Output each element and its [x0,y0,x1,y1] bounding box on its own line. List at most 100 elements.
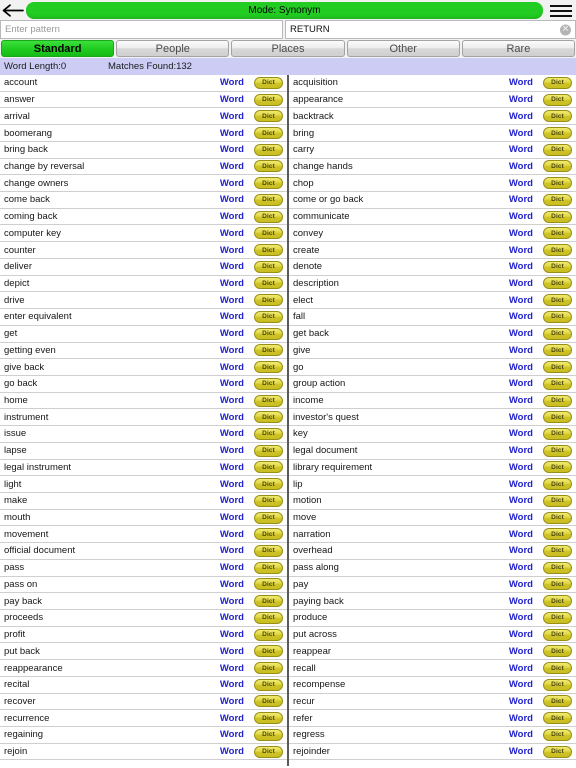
dict-button[interactable]: Dict [543,344,572,357]
result-row[interactable]: get back Word Dict [289,325,576,343]
result-row[interactable]: pass along Word Dict [289,559,576,577]
dict-button[interactable]: Dict [543,695,572,708]
result-row[interactable]: recur Word Dict [289,693,576,711]
result-row[interactable]: counter Word Dict [0,242,287,259]
result-row[interactable]: bring back Word Dict [0,141,287,159]
word-link[interactable]: Word [220,562,244,573]
result-row[interactable]: lapse Word Dict [0,442,287,460]
result-row[interactable]: refer Word Dict [289,710,576,728]
result-row[interactable]: description Word Dict [289,275,576,293]
word-link[interactable]: Word [220,412,244,423]
word-link[interactable]: Word [220,612,244,623]
dict-button[interactable]: Dict [254,712,283,725]
result-row[interactable]: deliver Word Dict [0,258,287,276]
dict-button[interactable]: Dict [543,494,572,507]
result-row[interactable]: motion Word Dict [289,492,576,510]
result-row[interactable]: put across Word Dict [289,626,576,644]
dict-button[interactable]: Dict [254,662,283,675]
result-row[interactable]: chop Word Dict [289,175,576,193]
dict-button[interactable]: Dict [543,427,572,440]
word-link[interactable]: Word [509,161,533,172]
word-link[interactable]: Word [220,295,244,306]
word-link[interactable]: Word [220,77,244,88]
result-row[interactable]: carry Word Dict [289,141,576,159]
word-link[interactable]: Word [220,211,244,222]
dict-button[interactable]: Dict [543,662,572,675]
dict-button[interactable]: Dict [254,143,283,156]
dict-button[interactable]: Dict [543,528,572,541]
result-row[interactable]: key Word Dict [289,426,576,443]
result-row[interactable]: reappear Word Dict [289,643,576,661]
dict-button[interactable]: Dict [543,76,572,89]
result-row[interactable]: regaining Word Dict [0,727,287,744]
word-link[interactable]: Word [509,545,533,556]
dict-button[interactable]: Dict [543,561,572,574]
result-row[interactable]: getting even Word Dict [0,342,287,360]
dict-button[interactable]: Dict [543,294,572,307]
dict-button[interactable]: Dict [543,361,572,374]
word-link[interactable]: Word [220,445,244,456]
dict-button[interactable]: Dict [254,377,283,390]
word-link[interactable]: Word [220,545,244,556]
word-link[interactable]: Word [509,328,533,339]
word-link[interactable]: Word [509,495,533,506]
word-link[interactable]: Word [220,178,244,189]
dict-button[interactable]: Dict [254,160,283,173]
word-link[interactable]: Word [220,512,244,523]
word-link[interactable]: Word [220,261,244,272]
word-link[interactable]: Word [509,512,533,523]
result-row[interactable]: drive Word Dict [0,292,287,310]
dict-button[interactable]: Dict [543,461,572,474]
word-link[interactable]: Word [220,596,244,607]
result-row[interactable]: paying back Word Dict [289,593,576,610]
result-row[interactable]: investor's quest Word Dict [289,409,576,427]
word-link[interactable]: Word [220,111,244,122]
result-row[interactable]: library requirement Word Dict [289,459,576,477]
result-row[interactable]: pay back Word Dict [0,593,287,610]
word-link[interactable]: Word [509,211,533,222]
word-link[interactable]: Word [220,479,244,490]
result-row[interactable]: communicate Word Dict [289,208,576,226]
dict-button[interactable]: Dict [254,461,283,474]
result-row[interactable]: go back Word Dict [0,375,287,393]
dict-button[interactable]: Dict [543,227,572,240]
word-link[interactable]: Word [509,679,533,690]
dict-button[interactable]: Dict [543,177,572,190]
word-link[interactable]: Word [220,679,244,690]
dict-button[interactable]: Dict [543,260,572,273]
word-link[interactable]: Word [509,111,533,122]
dict-button[interactable]: Dict [254,127,283,140]
dict-button[interactable]: Dict [254,628,283,641]
word-link[interactable]: Word [220,228,244,239]
result-row[interactable]: boomerang Word Dict [0,125,287,142]
word-link[interactable]: Word [509,77,533,88]
dict-button[interactable]: Dict [543,394,572,407]
dict-button[interactable]: Dict [254,728,283,741]
result-row[interactable]: proceeds Word Dict [0,610,287,627]
dict-button[interactable]: Dict [254,110,283,123]
tab-standard[interactable]: Standard [1,40,115,57]
result-row[interactable]: recover Word Dict [0,693,287,711]
word-link[interactable]: Word [220,161,244,172]
result-row[interactable]: pass Word Dict [0,559,287,577]
tab-other[interactable]: Other [346,40,460,57]
word-link[interactable]: Word [509,596,533,607]
result-row[interactable]: recurrence Word Dict [0,710,287,728]
result-row[interactable]: coming back Word Dict [0,208,287,226]
dict-button[interactable]: Dict [254,645,283,658]
dict-button[interactable]: Dict [543,277,572,290]
word-link[interactable]: Word [220,663,244,674]
word-link[interactable]: Word [509,144,533,155]
result-row[interactable]: move Word Dict [289,509,576,527]
result-row[interactable]: put back Word Dict [0,643,287,661]
word-link[interactable]: Word [509,128,533,139]
clear-icon[interactable]: ✕ [560,24,571,35]
result-row[interactable]: recital Word Dict [0,676,287,694]
word-link[interactable]: Word [509,663,533,674]
word-link[interactable]: Word [509,696,533,707]
result-row[interactable]: appearance Word Dict [289,91,576,109]
word-link[interactable]: Word [220,713,244,724]
hamburger-menu-icon[interactable] [543,2,576,20]
back-arrow-icon[interactable] [0,2,26,20]
word-link[interactable]: Word [220,94,244,105]
